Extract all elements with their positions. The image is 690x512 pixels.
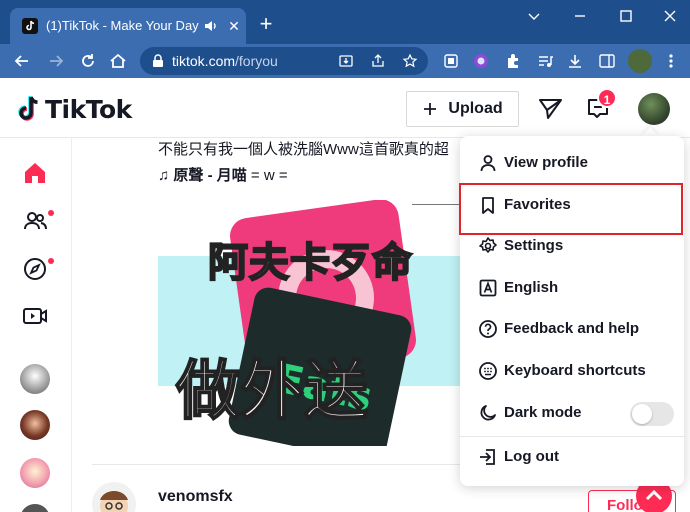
logo-wordmark: TikTok xyxy=(45,94,132,124)
menu-item-log-out[interactable]: Log out xyxy=(460,438,684,476)
person-icon xyxy=(480,155,496,172)
gear-icon xyxy=(479,237,497,253)
inbox-badge: 1 xyxy=(597,88,617,108)
menu-separator xyxy=(460,436,684,437)
bookmark-star-icon[interactable] xyxy=(402,53,418,69)
speaker-icon[interactable] xyxy=(202,17,220,35)
window-close-icon[interactable] xyxy=(660,6,680,26)
toggle-knob xyxy=(632,404,652,424)
more-vert-icon[interactable] xyxy=(662,52,680,70)
address-bar[interactable]: tiktok.com/foryou xyxy=(140,47,428,75)
upload-label: Upload xyxy=(448,100,503,117)
cartoon-avatar-icon xyxy=(100,491,128,512)
menu-label-keyboard-shortcuts: Keyboard shortcuts xyxy=(504,362,646,379)
sound-title: ♫ 原聲 - 月喵 xyxy=(158,167,247,184)
extension-color-icon[interactable] xyxy=(472,52,490,70)
sound-suffix: = w = xyxy=(250,167,288,184)
browser-tab[interactable]: (1)TikTok - Make Your Day ✕ xyxy=(10,8,246,44)
tiktok-note-icon xyxy=(18,96,38,121)
menu-label-view-profile: View profile xyxy=(504,154,588,171)
overlay-text-bottom: 做外送 xyxy=(175,354,369,430)
video-player[interactable]: Eats 阿夫卡歹命 做外送 xyxy=(158,200,460,446)
maximize-icon[interactable] xyxy=(616,6,636,26)
menu-label-settings: Settings xyxy=(504,237,564,254)
media-icon[interactable] xyxy=(536,52,554,70)
avatar[interactable] xyxy=(638,93,670,125)
tiktok-header: TikTok Upload xyxy=(0,78,690,138)
next-post-avatar[interactable] xyxy=(92,482,136,512)
account-avatar-4[interactable] xyxy=(20,504,50,512)
tiktok-icon xyxy=(22,18,38,34)
reload-icon[interactable] xyxy=(78,51,98,71)
new-tab-plus-icon[interactable]: + xyxy=(256,13,276,35)
menu-label-language: English xyxy=(504,279,559,296)
post-divider xyxy=(92,464,462,465)
back-arrow-icon[interactable] xyxy=(12,51,32,71)
home-icon[interactable] xyxy=(108,51,128,71)
reader-icon[interactable] xyxy=(442,52,460,70)
download-icon[interactable] xyxy=(566,52,584,70)
tab-title: (1)TikTok - Make Your Day xyxy=(46,18,199,33)
chevron-down-icon[interactable] xyxy=(524,6,544,26)
share-icon[interactable] xyxy=(370,53,386,69)
following-icon[interactable] xyxy=(22,208,48,234)
feed-divider xyxy=(412,204,460,205)
account-avatar-1[interactable] xyxy=(20,364,50,394)
menu-label-log-out: Log out xyxy=(504,448,559,465)
explore-dot xyxy=(48,258,54,264)
tiktok-logo[interactable]: TikTok xyxy=(16,93,132,125)
account-avatar-2[interactable] xyxy=(20,410,50,440)
send-icon[interactable] xyxy=(536,94,564,122)
browser-toolbar: tiktok.com/foryou xyxy=(0,44,690,78)
live-icon[interactable] xyxy=(22,303,48,329)
menu-item-language[interactable]: English xyxy=(460,269,684,307)
forward-arrow-icon[interactable] xyxy=(46,51,66,71)
tab-close-icon[interactable]: ✕ xyxy=(226,18,242,34)
menu-item-view-profile[interactable]: View profile xyxy=(460,144,684,182)
explore-icon[interactable] xyxy=(22,256,48,282)
favorites-highlight-box xyxy=(459,183,683,235)
help-icon xyxy=(479,320,497,338)
sidebar xyxy=(0,138,72,512)
url-host: tiktok.com xyxy=(172,53,236,69)
sound-link[interactable]: ♫ 原聲 - 月喵 = w = xyxy=(158,164,288,185)
minimize-icon[interactable] xyxy=(570,6,590,26)
install-icon[interactable] xyxy=(338,53,354,69)
lock-icon[interactable] xyxy=(152,54,164,68)
language-icon xyxy=(479,279,497,297)
puzzle-icon[interactable] xyxy=(504,52,522,70)
menu-label-feedback: Feedback and help xyxy=(504,320,640,337)
following-dot xyxy=(48,210,54,216)
menu-label-dark-mode: Dark mode xyxy=(504,404,582,421)
plus-icon xyxy=(424,103,437,115)
logout-icon xyxy=(480,449,495,465)
menu-item-keyboard-shortcuts[interactable]: Keyboard shortcuts xyxy=(460,352,684,390)
dark-mode-toggle[interactable] xyxy=(630,402,674,426)
moon-icon xyxy=(480,405,496,421)
keyboard-icon xyxy=(479,362,497,380)
overlay-text-top: 阿夫卡歹命 xyxy=(207,239,413,287)
home-icon[interactable] xyxy=(22,160,48,186)
browser-tab-strip: (1)TikTok - Make Your Day ✕ + xyxy=(0,0,690,44)
profile-icon[interactable] xyxy=(628,49,652,73)
account-avatar-3[interactable] xyxy=(20,458,50,488)
upload-button[interactable]: Upload xyxy=(406,91,519,127)
video-caption: 不能只有我一個人被洗腦Www這首歌真的超 xyxy=(158,141,449,158)
menu-item-feedback[interactable]: Feedback and help xyxy=(460,310,684,348)
next-post-username[interactable]: venomsfx xyxy=(158,488,233,506)
url-path: /foryou xyxy=(235,53,278,69)
url-text[interactable]: tiktok.com/foryou xyxy=(172,53,278,69)
sidepanel-icon[interactable] xyxy=(598,52,616,70)
